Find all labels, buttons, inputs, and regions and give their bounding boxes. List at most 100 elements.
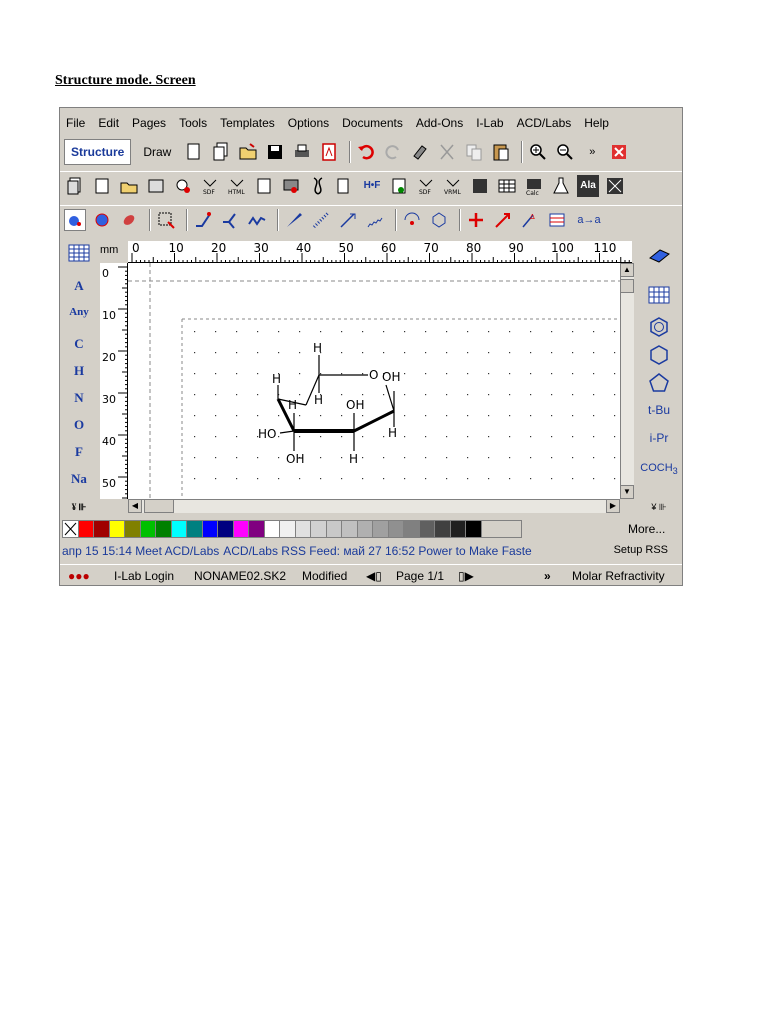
color-swatch[interactable] — [125, 521, 141, 537]
more-tools-icon[interactable]: » — [581, 141, 603, 163]
color-swatch[interactable] — [404, 521, 420, 537]
radical-icon[interactable] — [401, 209, 423, 231]
sdf-export-icon[interactable]: SDF — [415, 175, 437, 197]
color-swatch[interactable] — [466, 521, 482, 537]
menu-add-ons[interactable]: Add-Ons — [416, 116, 463, 130]
draw-branch-icon[interactable] — [219, 209, 241, 231]
menu-help[interactable]: Help — [584, 116, 609, 130]
new-page-icon[interactable] — [183, 141, 205, 163]
color-swatch[interactable] — [171, 521, 187, 537]
more-colors-button[interactable]: More... — [628, 522, 665, 536]
hf-icon[interactable]: H•F — [361, 175, 383, 197]
pdf-icon[interactable] — [318, 141, 340, 163]
database-icon[interactable] — [145, 175, 167, 197]
table-icon[interactable] — [496, 175, 518, 197]
3d-structure-icon[interactable] — [469, 175, 491, 197]
scroll-left-icon[interactable]: ◀ — [128, 499, 142, 513]
color-swatch[interactable] — [233, 521, 249, 537]
menu-i-lab[interactable]: I-Lab — [476, 116, 503, 130]
open-icon[interactable] — [237, 141, 259, 163]
no-color-swatch[interactable] — [63, 521, 79, 537]
template-icon[interactable] — [546, 209, 568, 231]
scroll-right-icon[interactable]: ▶ — [606, 499, 620, 513]
draw-chain-icon[interactable] — [246, 209, 268, 231]
element-c[interactable]: C — [62, 336, 96, 352]
hash-bond-icon[interactable] — [310, 209, 332, 231]
calc-icon[interactable]: Calc — [523, 175, 545, 197]
color-swatch[interactable] — [388, 521, 404, 537]
save-icon[interactable] — [264, 141, 286, 163]
vertical-scrollbar[interactable]: ▲ ▼ — [620, 263, 634, 499]
new-document-icon[interactable] — [210, 141, 232, 163]
rss-feed-item[interactable]: ACD/Labs RSS Feed: май 27 16:52 Power to… — [223, 544, 531, 562]
html-icon[interactable]: HTML — [226, 175, 248, 197]
element-any[interactable]: Any — [62, 306, 96, 318]
sdf-icon[interactable]: SDF — [199, 175, 221, 197]
zoom-out-icon[interactable] — [554, 141, 576, 163]
scroll-down-icon[interactable]: ▼ — [620, 485, 634, 499]
menu-tools[interactable]: Tools — [179, 116, 207, 130]
print-icon[interactable] — [291, 141, 313, 163]
setup-rss-button[interactable]: Setup RSS — [614, 544, 668, 556]
palette-more-icon[interactable]: ¥ ⊪ — [62, 502, 96, 513]
grid-icon[interactable] — [604, 175, 626, 197]
add-charge-icon[interactable] — [465, 209, 487, 231]
3d-viewer-icon[interactable] — [280, 175, 302, 197]
move-icon[interactable] — [118, 209, 140, 231]
benzene-ring-icon[interactable] — [636, 316, 682, 341]
color-swatch[interactable] — [311, 521, 327, 537]
periodic-table-icon[interactable] — [62, 244, 96, 266]
element-h[interactable]: H — [62, 363, 96, 379]
flask-icon[interactable] — [550, 175, 572, 197]
clipboard-icon[interactable] — [253, 175, 275, 197]
arrow-bond-icon[interactable] — [337, 209, 359, 231]
ala-icon[interactable]: Ala — [577, 174, 599, 197]
structure-mode-button[interactable]: Structure — [64, 139, 132, 165]
color-swatch[interactable] — [94, 521, 110, 537]
element-f[interactable]: F — [62, 444, 96, 460]
draw-bond-icon[interactable] — [192, 209, 214, 231]
dna-icon[interactable] — [307, 175, 329, 197]
rss-item[interactable]: апр 15 15:14 Meet ACD/Labs — [62, 544, 219, 562]
color-swatch[interactable] — [187, 521, 203, 537]
color-swatch[interactable] — [419, 521, 435, 537]
name-icon[interactable] — [334, 175, 356, 197]
color-swatch[interactable] — [450, 521, 466, 537]
rotate-icon[interactable] — [91, 209, 113, 231]
menu-options[interactable]: Options — [288, 116, 329, 130]
paste-icon[interactable] — [490, 141, 512, 163]
color-swatch[interactable] — [202, 521, 218, 537]
element-na[interactable]: Na — [62, 471, 96, 487]
color-swatch[interactable] — [342, 521, 358, 537]
search-icon[interactable] — [172, 175, 194, 197]
menu-file[interactable]: File — [66, 116, 85, 130]
tert-butyl-button[interactable]: t-Bu — [636, 403, 682, 417]
atom-properties-icon[interactable]: Δ — [519, 209, 541, 231]
export-icon[interactable] — [118, 175, 140, 197]
color-swatch[interactable] — [357, 521, 373, 537]
menu-templates[interactable]: Templates — [220, 116, 275, 130]
page-icon[interactable] — [91, 175, 113, 197]
select-rectangle-icon[interactable] — [155, 209, 177, 231]
color-swatch[interactable] — [249, 521, 265, 537]
prev-page-icon[interactable]: ◀▯ — [366, 569, 382, 583]
cyclohexane-ring-icon[interactable] — [636, 344, 682, 369]
reaction-arrow-icon[interactable] — [492, 209, 514, 231]
scroll-thumb[interactable] — [144, 499, 174, 513]
drawing-canvas[interactable]: H O OH H H H OH HO H OH H — [128, 263, 620, 499]
next-page-icon[interactable]: ▯▶ — [458, 569, 474, 583]
table-of-radicals-icon[interactable] — [636, 286, 682, 307]
menu-edit[interactable]: Edit — [98, 116, 119, 130]
color-swatch[interactable] — [156, 521, 172, 537]
template-window-icon[interactable] — [636, 246, 682, 267]
color-swatch[interactable] — [280, 521, 296, 537]
horizontal-scrollbar[interactable]: ◀ ▶ — [128, 499, 620, 513]
scroll-up-icon[interactable]: ▲ — [620, 263, 634, 277]
copy-to-page-icon[interactable] — [64, 175, 86, 197]
color-swatch[interactable] — [264, 521, 280, 537]
color-swatch[interactable] — [218, 521, 234, 537]
cyclopentane-ring-icon[interactable] — [636, 372, 682, 397]
undo-icon[interactable] — [355, 141, 377, 163]
color-swatch[interactable] — [140, 521, 156, 537]
menu-documents[interactable]: Documents — [342, 116, 403, 130]
